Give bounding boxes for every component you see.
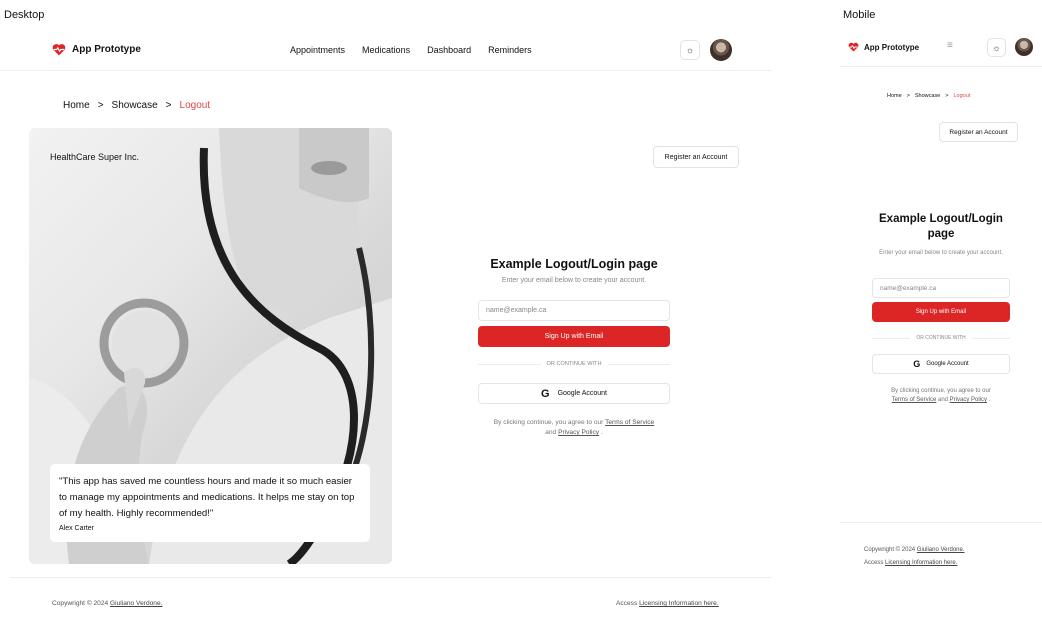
testimonial-author: Alex Carter [59, 525, 95, 532]
google-icon: G [541, 387, 550, 400]
mobile-breadcrumb: Home > Showcase > Logout [887, 93, 970, 99]
privacy-link[interactable]: Privacy Policy [950, 397, 987, 403]
mobile-label: Mobile [843, 9, 876, 21]
mobile-user-avatar[interactable] [1015, 38, 1033, 56]
desktop-navbar: App Prototype Appointments Medications D… [0, 30, 772, 71]
mobile-theme-toggle-button[interactable]: ☼ [987, 38, 1006, 57]
breadcrumb-showcase[interactable]: Showcase [112, 100, 158, 111]
access-text: Access [616, 600, 638, 607]
breadcrumb-home[interactable]: Home [887, 93, 902, 99]
breadcrumb-separator: > [945, 93, 949, 99]
access-text: Access [864, 560, 884, 566]
user-avatar[interactable] [710, 39, 732, 61]
google-account-button[interactable]: G Google Account [478, 383, 670, 404]
nav-link-medications[interactable]: Medications [362, 45, 410, 55]
mobile-footer-copyright: Copywright © 2024 Giuliano Verdone. [864, 547, 965, 553]
email-input[interactable]: name@example.ca [478, 300, 670, 321]
divider-text: OR CONTINUE WITH [916, 335, 966, 341]
mobile-login-title: Example Logout/Login page [879, 213, 1003, 240]
copyright-text: Copywright © 2024 [864, 547, 916, 553]
mobile-legal-text: By clicking continue, you agree to our T… [884, 387, 998, 405]
mobile-google-account-button[interactable]: G Google Account [872, 354, 1010, 374]
mobile-navbar: App Prototype ≡ ☼ [840, 30, 1042, 67]
mobile-register-account-button[interactable]: Register an Account [939, 122, 1018, 142]
footer-divider [10, 577, 772, 578]
licensing-link[interactable]: Licensing Information here. [885, 560, 957, 566]
register-account-button[interactable]: Register an Account [653, 146, 739, 168]
theme-toggle-button[interactable]: ☼ [680, 40, 700, 60]
legal-text: By clicking continue, you agree to our T… [492, 418, 656, 438]
breadcrumb-showcase[interactable]: Showcase [915, 93, 940, 99]
footer-licensing: Access Licensing Information here. [616, 600, 719, 607]
divider-text: OR CONTINUE WITH [546, 361, 602, 367]
mobile-login-subtitle: Enter your email below to create your ac… [879, 250, 1003, 256]
mobile-sign-up-email-button[interactable]: Sign Up with Email [872, 302, 1010, 322]
breadcrumb-home[interactable]: Home [63, 100, 90, 111]
nav-link-reminders[interactable]: Reminders [488, 45, 532, 55]
login-title: Example Logout/Login page [490, 257, 658, 271]
heart-pulse-icon [52, 44, 66, 56]
brand-name: App Prototype [864, 42, 920, 52]
mobile-divider-or-continue: OR CONTINUE WITH [872, 335, 1010, 341]
mobile-footer-licensing: Access Licensing Information here. [864, 560, 957, 566]
legal-and: and [937, 397, 948, 403]
nav-link-dashboard[interactable]: Dashboard [427, 45, 471, 55]
testimonial-card: "This app has saved me countless hours a… [50, 464, 370, 542]
breadcrumb-separator: > [906, 93, 910, 99]
sign-up-email-button[interactable]: Sign Up with Email [478, 326, 670, 347]
terms-link[interactable]: Terms of Service [605, 419, 654, 426]
legal-end: . [988, 397, 991, 403]
brand-name: App Prototype [72, 44, 141, 55]
breadcrumb-current: Logout [953, 93, 971, 99]
footer-copyright: Copywright © 2024 Giuliano Verdone. [52, 600, 162, 607]
legal-end: . [600, 429, 603, 436]
google-button-label: Google Account [557, 390, 607, 397]
privacy-link[interactable]: Privacy Policy [558, 429, 599, 436]
menu-icon[interactable]: ≡ [947, 40, 953, 51]
mobile-email-input[interactable]: name@example.ca [872, 278, 1010, 298]
nav-links: Appointments Medications Dashboard Remin… [290, 45, 532, 55]
legal-and: and [545, 429, 557, 436]
mobile-footer-divider [840, 522, 1042, 523]
breadcrumb: Home > Showcase > Logout [63, 100, 210, 111]
sun-icon: ☼ [992, 42, 1001, 53]
author-link[interactable]: Giuliano Verdone. [917, 547, 965, 553]
company-name: HealthCare Super Inc. [50, 152, 140, 162]
nav-link-appointments[interactable]: Appointments [290, 45, 345, 55]
testimonial-quote: "This app has saved me countless hours a… [59, 476, 355, 519]
brand-logo[interactable]: App Prototype [52, 43, 141, 56]
google-button-label: Google Account [926, 361, 969, 367]
licensing-link[interactable]: Licensing Information here. [639, 600, 719, 607]
google-icon: G [913, 359, 921, 369]
author-link[interactable]: Giuliano Verdone. [110, 600, 162, 607]
sun-icon: ☼ [685, 45, 695, 55]
breadcrumb-separator: > [97, 100, 104, 111]
desktop-label: Desktop [4, 9, 45, 21]
heart-pulse-icon [848, 42, 859, 52]
terms-link[interactable]: Terms of Service [892, 397, 937, 403]
legal-prefix: By clicking continue, you agree to our [493, 419, 604, 426]
breadcrumb-separator: > [165, 100, 172, 111]
login-subtitle: Enter your email below to create your ac… [501, 277, 647, 284]
mobile-brand-logo[interactable]: App Prototype [848, 42, 919, 52]
legal-prefix: By clicking continue, you agree to our [891, 388, 991, 394]
divider-or-continue: OR CONTINUE WITH [478, 361, 670, 367]
breadcrumb-current: Logout [179, 100, 211, 111]
copyright-text: Copywright © 2024 [52, 600, 109, 607]
